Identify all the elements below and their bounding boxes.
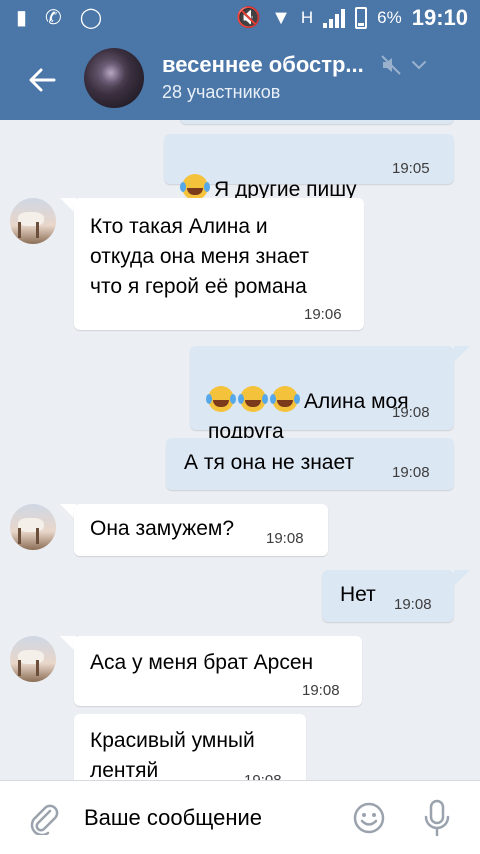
message-input[interactable] — [84, 801, 324, 835]
message-bubble[interactable]: Аса у меня брат Арсен 19:08 — [74, 636, 362, 706]
message-time: 19:08 — [266, 530, 304, 547]
bubble-tail — [454, 346, 470, 362]
message-time: 19:08 — [392, 404, 430, 421]
missed-call-icon: ✆ — [45, 7, 62, 29]
message-time: 19:08 — [394, 596, 432, 613]
tears-of-joy-emoji-icon — [180, 174, 208, 200]
chat-header: весеннее обостр... 28 участников — [0, 38, 480, 120]
status-time: 19:10 — [411, 5, 468, 30]
paperclip-icon[interactable] — [26, 801, 60, 835]
status-right: 🔇 ▼ H 6% 19:10 — [236, 6, 468, 30]
message-list[interactable]: Я другие пишу 19:05 Кто такая Алина и от… — [0, 120, 480, 780]
bubble-tail — [454, 570, 470, 586]
tears-of-joy-emoji-icon — [238, 386, 266, 412]
message-text: Она замужем? — [90, 517, 235, 540]
message-text: Кто такая Алина и откуда она меня знает … — [90, 215, 310, 298]
message-bubble[interactable]: Нет 19:08 — [322, 570, 454, 622]
signal-icon — [323, 8, 346, 28]
mute-icon — [381, 55, 401, 75]
notification-icon: ◯ — [79, 7, 103, 29]
message-bubble-partial — [180, 120, 454, 124]
message-bubble[interactable]: Я другие пишу 19:05 — [164, 134, 454, 201]
chat-title[interactable]: весеннее обостр... — [162, 52, 364, 78]
chat-avatar[interactable] — [84, 48, 144, 108]
message-time: 19:08 — [392, 464, 430, 481]
message-input-bar — [0, 780, 480, 854]
battery-percent: 6% — [377, 8, 402, 27]
message-text: Нет — [340, 583, 376, 606]
message-time: 19:06 — [304, 306, 342, 323]
dropdown-icon[interactable] — [410, 56, 428, 74]
message-text: Красивый умный лентяй — [90, 729, 255, 780]
status-left: ▮ ✆ ◯ — [16, 6, 102, 30]
sender-avatar[interactable] — [10, 636, 56, 682]
mute-volume-icon: 🔇 — [236, 7, 262, 29]
battery-icon — [355, 7, 368, 29]
sender-avatar[interactable] — [10, 198, 56, 244]
back-arrow-icon[interactable] — [24, 62, 60, 98]
message-bubble[interactable]: А тя она не знает 19:08 — [166, 438, 454, 490]
tears-of-joy-emoji-icon — [206, 386, 234, 412]
emoji-icon[interactable] — [352, 801, 386, 835]
status-bar: ▮ ✆ ◯ 🔇 ▼ H 6% 19:10 — [0, 0, 480, 38]
message-bubble[interactable]: Алина моя подруга 19:08 — [190, 346, 454, 443]
message-text: Аса у меня брат Арсен — [90, 651, 314, 674]
message-time: 19:08 — [302, 682, 340, 699]
message-bubble[interactable]: Кто такая Алина и откуда она меня знает … — [74, 198, 364, 330]
chat-participants[interactable]: 28 участников — [162, 82, 280, 103]
wifi-icon: ▼ — [271, 7, 291, 29]
microphone-icon[interactable] — [422, 799, 452, 837]
message-bubble[interactable]: Красивый умный лентяй 19:08 — [74, 714, 306, 780]
message-time: 19:05 — [392, 160, 430, 177]
message-bubble[interactable]: Она замужем? 19:08 — [74, 504, 328, 556]
tears-of-joy-emoji-icon — [270, 386, 298, 412]
message-time: 19:08 — [244, 772, 282, 780]
sender-avatar[interactable] — [10, 504, 56, 550]
message-text: А тя она не знает — [184, 451, 355, 474]
alert-icon: ▮ — [16, 7, 28, 29]
network-type: H — [300, 8, 314, 27]
